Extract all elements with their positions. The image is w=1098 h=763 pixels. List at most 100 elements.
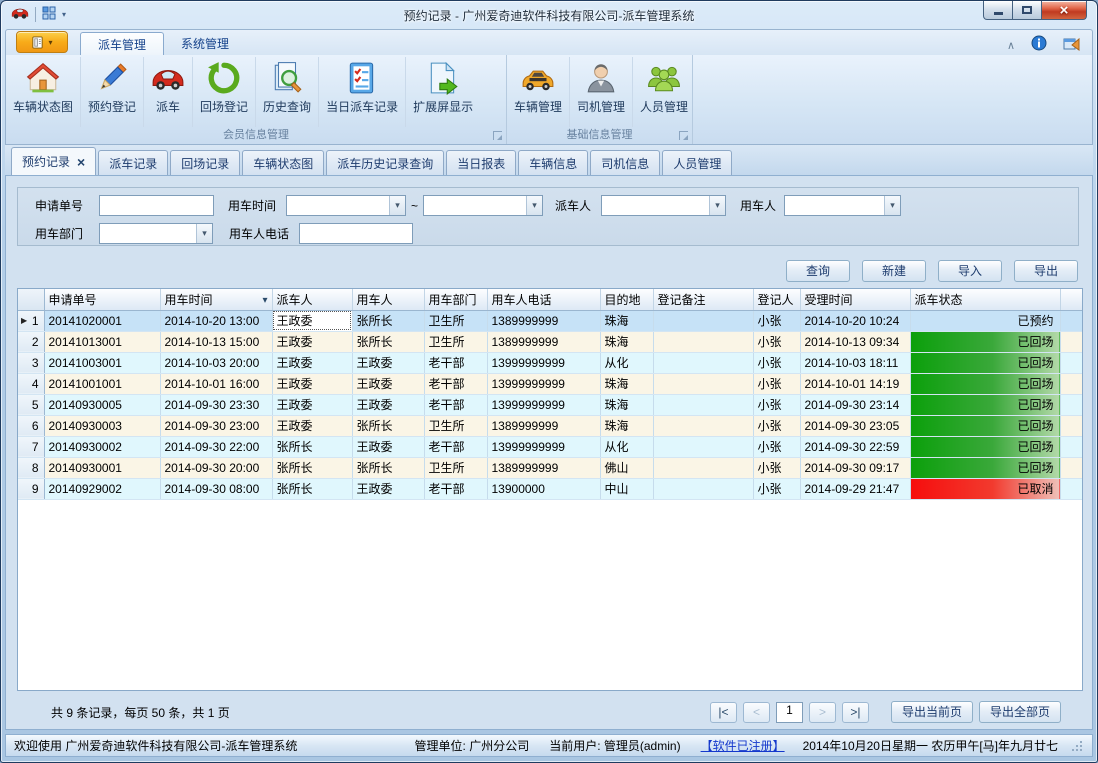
ribbon-button[interactable]: 派车 bbox=[144, 57, 193, 127]
cell-dept[interactable]: 卫生所 bbox=[424, 415, 487, 436]
cell-order-no[interactable]: 20140930002 bbox=[44, 436, 160, 457]
cell-use-time[interactable]: 2014-09-30 20:00 bbox=[160, 457, 272, 478]
cell-registrar[interactable]: 小张 bbox=[753, 373, 800, 394]
cell-status[interactable]: 已回场 bbox=[910, 373, 1060, 394]
cell-user[interactable]: 张所长 bbox=[352, 457, 424, 478]
cell-use-time[interactable]: 2014-09-30 23:00 bbox=[160, 415, 272, 436]
first-page-button[interactable]: |< bbox=[710, 702, 737, 723]
cell-registrar[interactable]: 小张 bbox=[753, 478, 800, 499]
table-row[interactable]: ▶4 20141001001 2014-10-01 16:00 王政委 王政委 … bbox=[18, 373, 1083, 394]
cell-phone[interactable]: 1389999999 bbox=[487, 310, 600, 331]
cell-phone[interactable]: 1389999999 bbox=[487, 415, 600, 436]
cell-user[interactable]: 王政委 bbox=[352, 436, 424, 457]
cell-status[interactable]: 已回场 bbox=[910, 331, 1060, 352]
cell-dept[interactable]: 老干部 bbox=[424, 352, 487, 373]
row-indicator-cell[interactable]: ▶1 bbox=[18, 310, 44, 331]
license-link[interactable]: 【软件已注册】 bbox=[701, 737, 785, 754]
row-indicator-cell[interactable]: ▶6 bbox=[18, 415, 44, 436]
cell-order-no[interactable]: 20140930005 bbox=[44, 394, 160, 415]
export-all-pages-button[interactable]: 导出全部页 bbox=[979, 701, 1061, 723]
page-number-input[interactable]: 1 bbox=[776, 702, 803, 723]
dept-combo[interactable] bbox=[99, 223, 213, 244]
cell-user[interactable]: 王政委 bbox=[352, 352, 424, 373]
cell-accept-time[interactable]: 2014-10-13 09:34 bbox=[800, 331, 910, 352]
cell-dispatcher[interactable]: 张所长 bbox=[272, 457, 352, 478]
info-icon[interactable] bbox=[1031, 35, 1047, 54]
ribbon-button[interactable]: 当日派车记录 bbox=[319, 57, 406, 127]
ribbon-button[interactable]: 历史查询 bbox=[256, 57, 319, 127]
cell-accept-time[interactable]: 2014-10-03 18:11 bbox=[800, 352, 910, 373]
table-row[interactable]: ▶3 20141003001 2014-10-03 20:00 王政委 王政委 … bbox=[18, 352, 1083, 373]
cell-accept-time[interactable]: 2014-09-30 09:17 bbox=[800, 457, 910, 478]
cell-registrar[interactable]: 小张 bbox=[753, 394, 800, 415]
column-header-order-no[interactable]: 申请单号 bbox=[44, 289, 160, 310]
cell-accept-time[interactable]: 2014-09-30 22:59 bbox=[800, 436, 910, 457]
cell-accept-time[interactable]: 2014-09-29 21:47 bbox=[800, 478, 910, 499]
table-row[interactable]: ▶2 20141013001 2014-10-13 15:00 王政委 张所长 … bbox=[18, 331, 1083, 352]
prev-page-button[interactable]: < bbox=[743, 702, 770, 723]
cell-dispatcher[interactable]: 王政委 bbox=[272, 415, 352, 436]
combo-arrow-icon[interactable] bbox=[884, 196, 900, 215]
cell-status[interactable]: 已预约 bbox=[910, 310, 1060, 331]
document-tab[interactable]: 派车记录 bbox=[98, 150, 168, 175]
cell-user[interactable]: 张所长 bbox=[352, 331, 424, 352]
cell-dispatcher[interactable]: 张所长 bbox=[272, 436, 352, 457]
cell-order-no[interactable]: 20140930001 bbox=[44, 457, 160, 478]
row-indicator-cell[interactable]: ▶4 bbox=[18, 373, 44, 394]
order-no-input[interactable] bbox=[99, 195, 214, 216]
cell-remark[interactable] bbox=[653, 331, 753, 352]
cell-destination[interactable]: 中山 bbox=[600, 478, 653, 499]
cell-dept[interactable]: 老干部 bbox=[424, 373, 487, 394]
cell-dept[interactable]: 卫生所 bbox=[424, 331, 487, 352]
sort-desc-icon[interactable] bbox=[262, 292, 267, 306]
cell-status[interactable]: 已取消 bbox=[910, 478, 1060, 499]
use-time-from-combo[interactable] bbox=[286, 195, 406, 216]
close-button[interactable] bbox=[1041, 1, 1087, 20]
ribbon-button[interactable]: 扩展屏显示 bbox=[406, 57, 480, 127]
cell-accept-time[interactable]: 2014-09-30 23:05 bbox=[800, 415, 910, 436]
ribbon-button[interactable]: 回场登记 bbox=[193, 57, 256, 127]
export-button[interactable]: 导出 bbox=[1014, 260, 1078, 282]
cell-accept-time[interactable]: 2014-09-30 23:14 bbox=[800, 394, 910, 415]
table-row[interactable]: ▶9 20140929002 2014-09-30 08:00 张所长 王政委 … bbox=[18, 478, 1083, 499]
combo-arrow-icon[interactable] bbox=[709, 196, 725, 215]
column-header-user[interactable]: 用车人 bbox=[352, 289, 424, 310]
query-button[interactable]: 查询 bbox=[786, 260, 850, 282]
column-header-dept[interactable]: 用车部门 bbox=[424, 289, 487, 310]
cell-dept[interactable]: 卫生所 bbox=[424, 310, 487, 331]
row-indicator-cell[interactable]: ▶8 bbox=[18, 457, 44, 478]
cell-dispatcher[interactable]: 王政委 bbox=[272, 373, 352, 394]
cell-dispatcher[interactable]: 王政委 bbox=[272, 331, 352, 352]
column-header-dispatcher[interactable]: 派车人 bbox=[272, 289, 352, 310]
about-window-icon[interactable] bbox=[1063, 36, 1080, 54]
row-indicator-cell[interactable]: ▶3 bbox=[18, 352, 44, 373]
column-header-use-time[interactable]: 用车时间 bbox=[160, 289, 272, 310]
cell-destination[interactable]: 珠海 bbox=[600, 415, 653, 436]
cell-phone[interactable]: 13999999999 bbox=[487, 436, 600, 457]
cell-status[interactable]: 已回场 bbox=[910, 457, 1060, 478]
ribbon-button[interactable]: 预约登记 bbox=[81, 57, 144, 127]
cell-order-no[interactable]: 20140930003 bbox=[44, 415, 160, 436]
cell-status[interactable]: 已回场 bbox=[910, 394, 1060, 415]
cell-phone[interactable]: 13999999999 bbox=[487, 394, 600, 415]
resize-grip[interactable] bbox=[1070, 739, 1084, 753]
cell-use-time[interactable]: 2014-10-01 16:00 bbox=[160, 373, 272, 394]
app-menu-button[interactable]: ▾ bbox=[16, 31, 68, 53]
cell-status[interactable]: 已回场 bbox=[910, 352, 1060, 373]
row-indicator-cell[interactable]: ▶9 bbox=[18, 478, 44, 499]
column-header-registrar[interactable]: 登记人 bbox=[753, 289, 800, 310]
cell-use-time[interactable]: 2014-10-20 13:00 bbox=[160, 310, 272, 331]
cell-destination[interactable]: 从化 bbox=[600, 352, 653, 373]
table-row[interactable]: ▶6 20140930003 2014-09-30 23:00 王政委 张所长 … bbox=[18, 415, 1083, 436]
document-tab[interactable]: 回场记录 bbox=[170, 150, 240, 175]
cell-dispatcher[interactable]: 王政委 bbox=[272, 394, 352, 415]
ribbon-tab[interactable]: 派车管理 bbox=[80, 32, 164, 55]
cell-order-no[interactable]: 20141001001 bbox=[44, 373, 160, 394]
table-row[interactable]: ▶8 20140930001 2014-09-30 20:00 张所长 张所长 … bbox=[18, 457, 1083, 478]
cell-remark[interactable] bbox=[653, 478, 753, 499]
cell-accept-time[interactable]: 2014-10-20 10:24 bbox=[800, 310, 910, 331]
combo-arrow-icon[interactable] bbox=[526, 196, 542, 215]
cell-destination[interactable]: 珠海 bbox=[600, 331, 653, 352]
row-indicator-cell[interactable]: ▶2 bbox=[18, 331, 44, 352]
cell-order-no[interactable]: 20141013001 bbox=[44, 331, 160, 352]
